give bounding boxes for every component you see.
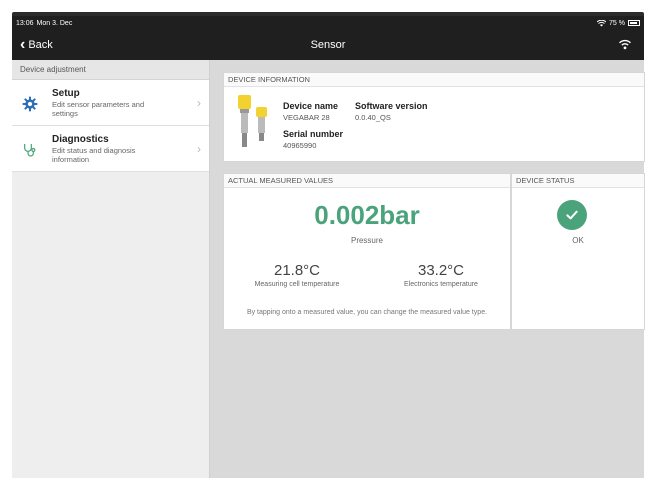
battery-icon [628, 20, 640, 26]
sensor-device-image [238, 95, 267, 147]
serial-number-value: 40965990 [283, 141, 317, 150]
sidebar-header: Device adjustment [12, 60, 209, 80]
pressure-value[interactable]: 0.002bar [224, 200, 510, 231]
device-information-header: DEVICE INFORMATION [224, 73, 644, 87]
gear-icon [20, 94, 40, 114]
device-status-card: DEVICE STATUS OK [511, 173, 645, 330]
page-title: Sensor [310, 39, 346, 51]
sidebar-item-setup[interactable]: Setup Edit sensor parameters and setting… [12, 80, 209, 126]
chevron-left-icon: ‹ [20, 36, 26, 53]
diagnostics-title: Diagnostics [52, 134, 109, 145]
stethoscope-icon [20, 140, 40, 160]
back-label: Back [28, 39, 53, 51]
measuring-cell-temperature-label: Measuring cell temperature [254, 281, 340, 288]
wifi-status-icon [597, 19, 607, 26]
software-version-value: 0.0.40_QS [355, 113, 391, 122]
electronics-temperature-label: Electronics temperature [404, 281, 478, 288]
chevron-right-icon: › [197, 96, 201, 110]
sidebar: Device adjustment Setup Edit sensor para… [12, 60, 210, 478]
device-status-value: OK [572, 236, 584, 245]
setup-title: Setup [52, 88, 80, 99]
measured-values-header: ACTUAL MEASURED VALUES [224, 174, 510, 188]
chevron-right-icon: › [197, 142, 201, 156]
sidebar-item-diagnostics[interactable]: Diagnostics Edit status and diagnosis in… [12, 126, 209, 172]
serial-number-label: Serial number [283, 129, 344, 139]
electronics-temperature-value: 33.2°C [417, 262, 465, 279]
measuring-cell-temperature[interactable]: 21.8°C Measuring cell temperature [232, 262, 362, 288]
system-status-bar: 13:06 Mon 3. Dec 75 % [12, 16, 644, 30]
device-name-value: VEGABAR 28 [283, 113, 330, 122]
measuring-cell-temperature-value: 21.8°C [273, 262, 321, 279]
navigation-bar: ‹ Back Sensor [12, 30, 644, 60]
app-screen: 13:06 Mon 3. Dec 75 % ‹ Back Sensor Devi… [12, 16, 645, 478]
measured-values-card: ACTUAL MEASURED VALUES 0.002bar Pressure… [223, 173, 511, 330]
measured-value-hint: By tapping onto a measured value, you ca… [246, 309, 488, 316]
setup-subtitle: Edit sensor parameters and settings [52, 100, 145, 118]
device-information-card: DEVICE INFORMATION Device name VEGABAR 2… [223, 72, 645, 162]
device-name-label: Device name [283, 101, 339, 111]
software-version-label: Software version [355, 101, 428, 111]
status-date: Mon 3. Dec [36, 19, 73, 27]
battery-percent: 75 % [609, 19, 625, 27]
diagnostics-subtitle: Edit status and diagnosis information [52, 146, 136, 164]
wifi-connection-icon[interactable] [618, 38, 632, 50]
pressure-label: Pressure [350, 236, 383, 245]
electronics-temperature[interactable]: 33.2°C Electronics temperature [376, 262, 506, 288]
back-button[interactable]: ‹ Back [12, 37, 53, 53]
status-time: 13:06 [16, 19, 34, 27]
checkmark-icon [557, 200, 587, 230]
device-status-header: DEVICE STATUS [512, 174, 644, 188]
